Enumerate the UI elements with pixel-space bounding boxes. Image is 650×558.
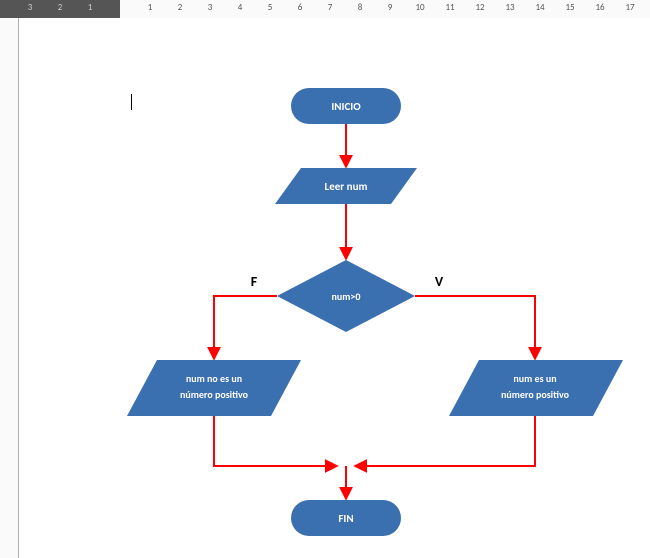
ruler-tick: 8 [354, 2, 366, 13]
ruler-tick: 7 [324, 2, 336, 13]
ruler-tick: 14 [534, 2, 546, 13]
ruler-horizontal: 3211234567891011121314151617 [0, 0, 650, 18]
arrow-false-join [214, 416, 336, 466]
ruler-tick: 9 [384, 2, 396, 13]
shape-start[interactable]: INICIO [291, 88, 401, 124]
cond-label: num>0 [332, 290, 361, 303]
ruler-tick: 3 [24, 2, 36, 13]
branch-true-label: V [435, 273, 444, 290]
ruler-tick: 4 [234, 2, 246, 13]
arrow-cond-false [214, 296, 277, 358]
shape-end[interactable]: FIN [291, 500, 401, 536]
shape-decision[interactable]: num>0 [277, 260, 415, 332]
shape-read[interactable]: Leer num [275, 168, 417, 204]
flowchart-canvas: INICIO Leer num num>0 F V [19, 18, 650, 558]
ruler-tick: 5 [264, 2, 276, 13]
false-out-line1: num no es un [186, 372, 242, 385]
ruler-tick: 3 [204, 2, 216, 13]
ruler-tick: 10 [414, 2, 426, 13]
ruler-tick: 11 [444, 2, 456, 13]
ruler-tick: 13 [504, 2, 516, 13]
read-label: Leer num [325, 180, 368, 193]
ruler-tick: 2 [174, 2, 186, 13]
arrow-true-join [356, 416, 535, 466]
arrow-cond-true [415, 296, 535, 358]
ruler-tick: 1 [84, 2, 96, 13]
end-label: FIN [338, 512, 353, 525]
start-label: INICIO [331, 100, 361, 113]
ruler-tick: 16 [594, 2, 606, 13]
ruler-tick: 1 [144, 2, 156, 13]
document-page[interactable]: INICIO Leer num num>0 F V [18, 18, 650, 558]
ruler-tick: 17 [624, 2, 636, 13]
ruler-tick: 6 [294, 2, 306, 13]
ruler-tick: 12 [474, 2, 486, 13]
ruler-tick: 2 [54, 2, 66, 13]
ruler-tick: 15 [564, 2, 576, 13]
branch-false-label: F [251, 273, 258, 290]
ruler-vertical [0, 18, 18, 558]
true-out-line2: número positivo [501, 388, 570, 401]
shape-false-output[interactable]: num no es un número positivo [127, 360, 301, 416]
shape-true-output[interactable]: num es un número positivo [449, 360, 623, 416]
true-out-line1: num es un [513, 372, 556, 385]
false-out-line2: número positivo [180, 388, 249, 401]
